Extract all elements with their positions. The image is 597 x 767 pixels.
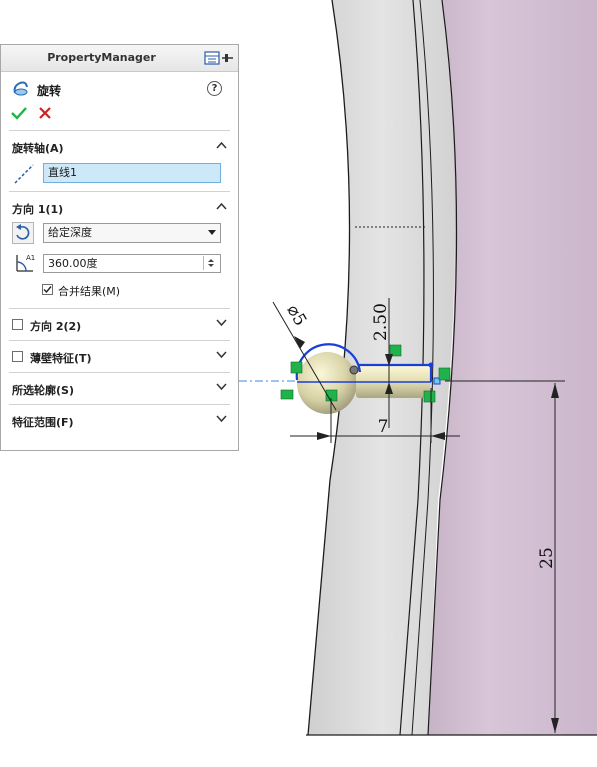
chevron-up-icon[interactable] [216,202,227,210]
revolve-icon [13,81,28,96]
end-condition-dropdown[interactable]: 给定深度 [43,223,221,243]
dim-dia-arrow [294,336,305,349]
chevron-up-icon[interactable] [216,141,227,149]
reverse-direction-icon [16,224,30,240]
dim-250-text[interactable]: 2.50 [371,303,391,341]
feature-header: 旋转 ? [1,72,238,100]
property-manager-title: PropertyManager [47,51,156,64]
cancel-x-icon[interactable] [38,106,52,120]
feature-name: 旋转 [37,84,62,98]
axis-selection-field[interactable]: 直线1 [43,163,221,183]
group-thin-label: 薄壁特征(T) [30,352,92,365]
merge-label: 合并结果(M) [58,285,121,298]
end-condition-row: 给定深度 [1,222,238,252]
chevron-down-icon[interactable] [216,319,227,327]
chevron-down-icon[interactable] [216,351,227,359]
reverse-direction-button[interactable] [12,222,34,244]
chevron-down-icon[interactable] [216,415,227,423]
group-contours-label: 所选轮廓(S) [12,384,74,397]
group-axis-header[interactable]: 旋转轴(A) [1,131,238,161]
spin-up-icon [208,259,214,262]
svg-text:A1: A1 [26,254,35,262]
group-scope-label: 特征范围(F) [12,416,74,429]
group-axis-label: 旋转轴(A) [12,142,64,155]
part-body-purple [428,0,597,735]
dim-7-arrow-left [317,432,331,440]
chevron-down-icon[interactable] [216,383,227,391]
merge-checkbox[interactable] [42,284,53,295]
axis-row: 直线1 [1,161,238,191]
help-button[interactable]: ? [207,81,222,96]
ok-check-icon[interactable] [11,106,27,120]
relation-marker [423,390,436,403]
spin-down-icon [208,264,214,267]
axis-line-icon [14,164,34,184]
dropdown-arrow-icon [208,230,216,235]
sketch-point[interactable] [349,365,359,375]
relation-marker [280,389,294,400]
angle-value: 360.00度 [48,257,98,270]
property-manager-header: PropertyManager [1,45,238,72]
angle-row: A1 360.00度 [1,252,238,282]
group-thin-header[interactable]: 薄壁特征(T) [1,341,238,372]
group-direction1-header[interactable]: 方向 1(1) [1,192,238,222]
sketch-point-end[interactable] [428,362,434,368]
dim-7-text[interactable]: 7 [378,417,389,437]
dim-25-text[interactable]: 25 [537,547,557,569]
angle-icon: A1 [16,254,35,272]
relation-marker [290,361,303,374]
group-direction1: 方向 1(1) 给定深度 A1 360.00度 合并结果(M) [1,192,238,308]
end-condition-value: 给定深度 [48,226,92,239]
merge-row: 合并结果(M) [1,282,238,308]
group-direction1-label: 方向 1(1) [12,203,64,216]
relation-marker [438,367,451,381]
group-contours-header[interactable]: 所选轮廓(S) [1,373,238,404]
preview-ball [297,352,357,414]
group-scope-header[interactable]: 特征范围(F) [1,405,238,436]
group-direction2-header[interactable]: 方向 2(2) [1,309,238,340]
angle-spinner[interactable] [203,256,218,270]
direction2-checkbox[interactable] [12,319,23,330]
group-axis: 旋转轴(A) 直线1 [1,131,238,191]
group-direction2-label: 方向 2(2) [30,320,82,333]
ok-cancel-bar [1,100,238,130]
angle-input[interactable]: 360.00度 [43,254,221,273]
pin-icon[interactable] [204,50,234,66]
thin-checkbox[interactable] [12,351,23,362]
property-manager-panel: PropertyManager 旋转 ? 旋转轴(A) 直线1 方向 1(1) … [0,44,239,451]
